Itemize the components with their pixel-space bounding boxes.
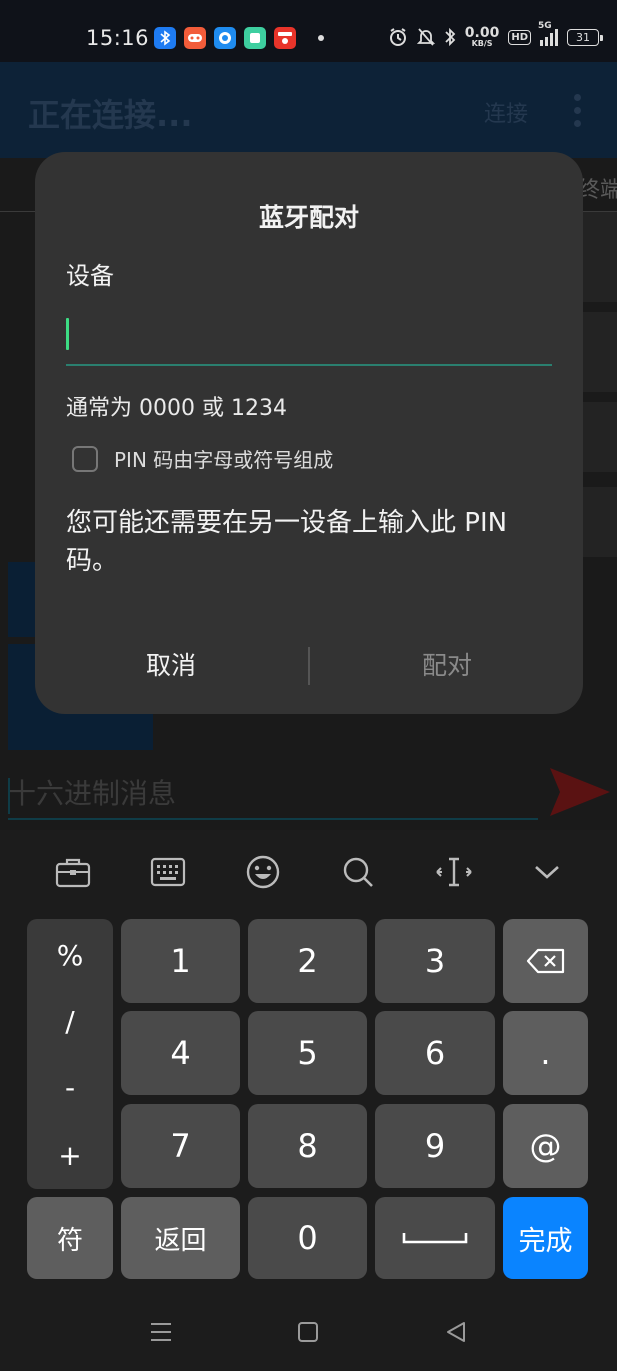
tab-terminal[interactable]: 终端 — [578, 172, 617, 204]
key-percent[interactable]: % — [27, 939, 113, 972]
symbol-column: % / - + — [27, 919, 113, 1189]
mute-icon — [416, 28, 435, 46]
back-key[interactable]: 返回 — [121, 1197, 240, 1279]
connection-status-title: 正在连接... — [28, 96, 193, 134]
backspace-key[interactable] — [503, 919, 588, 1003]
back-nav-icon[interactable] — [441, 1317, 471, 1347]
network-speed-unit: KB/S — [471, 39, 493, 48]
collapse-icon[interactable] — [527, 852, 567, 892]
key-2[interactable]: 2 — [248, 919, 367, 1003]
menu-nav-icon[interactable] — [146, 1317, 176, 1347]
bluetooth-pairing-dialog: 蓝牙配对 设备 通常为 0000 或 1234 PIN 码由字母或符号组成 您可… — [35, 152, 583, 714]
notes-app-icon — [244, 27, 266, 49]
alarm-icon — [389, 28, 406, 46]
key-dot[interactable]: . — [503, 1011, 588, 1095]
cancel-button[interactable]: 取消 — [35, 642, 307, 692]
device-label: 设备 — [66, 262, 114, 290]
send-icon[interactable] — [548, 764, 612, 820]
keyboard-toolbar — [0, 838, 617, 908]
key-at[interactable]: @ — [503, 1104, 588, 1188]
pair-button[interactable]: 配对 — [311, 642, 583, 692]
search-icon[interactable] — [338, 852, 378, 892]
symbol-key[interactable]: 符 — [27, 1197, 113, 1279]
backspace-icon — [526, 948, 564, 974]
bluetooth-icon — [445, 27, 456, 47]
network-type: 5G — [538, 21, 552, 31]
key-1[interactable]: 1 — [121, 919, 240, 1003]
done-key[interactable]: 完成 — [503, 1197, 588, 1279]
news-app-icon — [274, 27, 296, 49]
bluetooth-app-icon — [154, 27, 176, 49]
battery-icon: 31 — [567, 28, 603, 46]
space-icon — [402, 1233, 468, 1244]
hex-input-cursor — [8, 778, 10, 814]
hd-badge: HD — [508, 29, 531, 45]
hex-message-input[interactable]: 十六进制消息 — [8, 772, 538, 820]
browser-app-icon — [214, 27, 236, 49]
alphanumeric-pin-label: PIN 码由字母或符号组成 — [114, 448, 334, 472]
hex-message-row: 十六进制消息 — [0, 760, 617, 830]
numeric-keyboard: % / - + 1 2 3 4 5 6 . 7 8 9 @ 符 返回 0 完成 — [0, 915, 617, 1285]
key-8[interactable]: 8 — [248, 1104, 367, 1188]
key-plus[interactable]: + — [27, 1139, 113, 1172]
space-key[interactable] — [375, 1197, 495, 1279]
dialog-actions: 取消 配对 — [35, 642, 583, 692]
alphanumeric-pin-option[interactable]: PIN 码由字母或符号组成 — [72, 444, 333, 473]
overflow-menu-icon[interactable] — [574, 94, 582, 127]
navigation-bar — [0, 1295, 617, 1371]
emoji-icon[interactable] — [243, 852, 283, 892]
dialog-title: 蓝牙配对 — [258, 203, 359, 232]
key-3[interactable]: 3 — [375, 919, 495, 1003]
notification-icons — [154, 27, 324, 49]
game-app-icon — [184, 27, 206, 49]
status-bar: 15:16 0.00 KB/S HD 5G 31 — [0, 0, 617, 62]
key-4[interactable]: 4 — [121, 1011, 240, 1095]
key-9[interactable]: 9 — [375, 1104, 495, 1188]
alphanumeric-pin-checkbox[interactable] — [72, 445, 98, 472]
status-time: 15:16 — [86, 26, 150, 50]
more-notifications-dot — [318, 35, 324, 41]
signal-strength-icon: 5G — [538, 21, 558, 46]
cursor-move-icon[interactable] — [434, 852, 474, 892]
dialog-message: 您可能还需要在另一设备上输入此 PIN 码。 — [66, 508, 508, 576]
connect-button[interactable]: 连接 — [484, 96, 528, 128]
battery-level: 31 — [576, 30, 590, 44]
pin-input[interactable] — [66, 316, 552, 366]
key-6[interactable]: 6 — [375, 1011, 495, 1095]
actions-divider — [308, 647, 310, 685]
network-speed: 0.00 KB/S — [465, 26, 500, 48]
network-speed-value: 0.00 — [464, 25, 500, 41]
home-nav-icon[interactable] — [293, 1317, 323, 1347]
app-toolbar: 正在连接... 连接 — [0, 62, 617, 158]
key-minus[interactable]: - — [27, 1071, 113, 1104]
pin-hint: 通常为 0000 或 1234 — [66, 396, 287, 421]
key-5[interactable]: 5 — [248, 1011, 367, 1095]
pin-input-cursor — [66, 318, 69, 350]
briefcase-icon[interactable] — [53, 852, 93, 892]
keyboard-icon[interactable] — [148, 852, 188, 892]
key-0[interactable]: 0 — [248, 1197, 367, 1279]
key-7[interactable]: 7 — [121, 1104, 240, 1188]
system-icons: 0.00 KB/S HD 5G 31 — [388, 21, 603, 48]
hex-input-placeholder: 十六进制消息 — [8, 777, 177, 810]
key-slash[interactable]: / — [27, 1005, 113, 1038]
